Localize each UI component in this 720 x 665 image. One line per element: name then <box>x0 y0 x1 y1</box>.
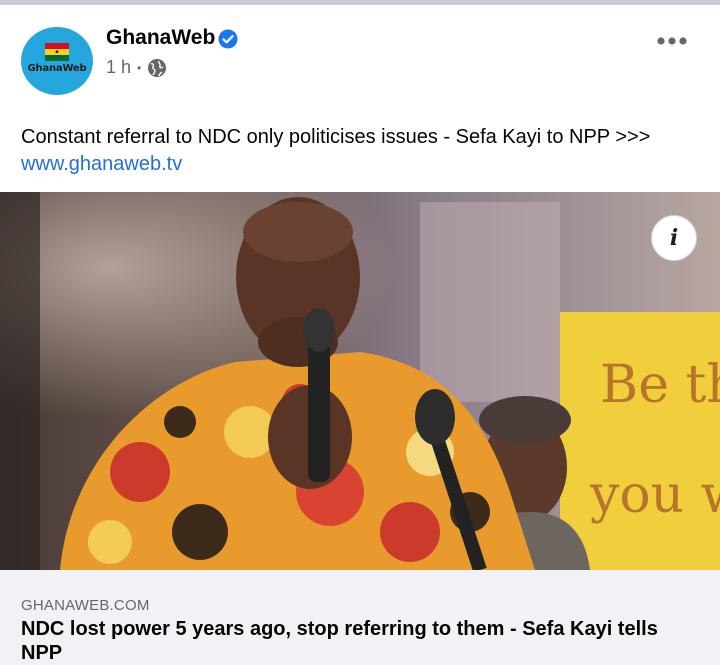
post-meta: 1 h • <box>106 57 167 78</box>
ghana-flag-logo-icon <box>45 43 69 61</box>
logo-text: GhanaWeb <box>27 63 87 74</box>
verified-badge-icon <box>218 29 238 49</box>
globe-icon[interactable] <box>147 58 167 78</box>
post-time[interactable]: 1 h <box>106 57 131 78</box>
page-avatar[interactable]: GhanaWeb <box>21 27 93 95</box>
page-name[interactable]: GhanaWeb <box>106 26 215 50</box>
link-domain: GHANAWEB.COM <box>21 597 150 614</box>
speaker-photo: Be th you w <box>0 192 720 570</box>
sign-text-2: you w <box>589 465 720 525</box>
post-text: Constant referral to NDC only politicise… <box>21 126 651 148</box>
info-icon[interactable]: i <box>651 215 697 261</box>
meta-separator: • <box>137 60 142 75</box>
more-options-icon[interactable] <box>656 36 688 46</box>
post-photo[interactable]: Be th you w i <box>0 192 720 570</box>
post-link[interactable]: www.ghanaweb.tv <box>21 151 182 177</box>
top-divider <box>0 0 720 5</box>
link-headline[interactable]: NDC lost power 5 years ago, stop referri… <box>21 617 701 665</box>
sign-text-1: Be th <box>600 355 720 415</box>
